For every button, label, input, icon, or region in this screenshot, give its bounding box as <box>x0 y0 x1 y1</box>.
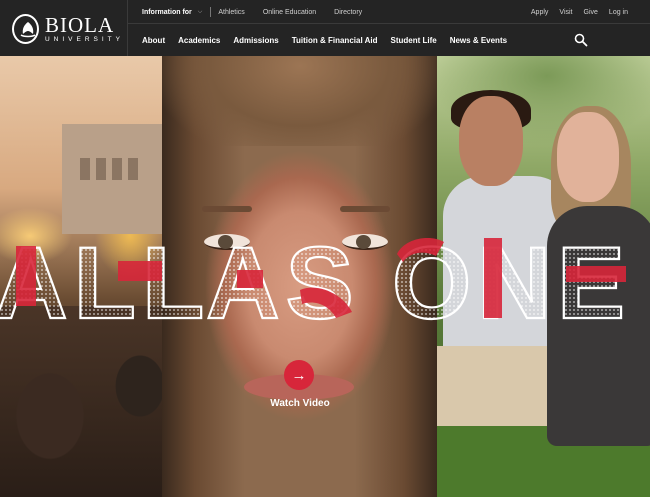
nav-item-admissions[interactable]: Admissions <box>233 36 278 45</box>
biola-seal-icon <box>12 14 39 44</box>
header-divider <box>127 0 128 56</box>
main-nav: About Academics Admissions Tuition & Fin… <box>142 33 520 47</box>
information-for-dropdown[interactable]: Information for <box>142 9 192 16</box>
accent-stroke <box>16 246 36 306</box>
utility-separator <box>210 7 212 17</box>
nav-item-academics[interactable]: Academics <box>178 36 220 45</box>
utility-link-visit[interactable]: Visit <box>559 9 572 16</box>
site-header: BIOLA UNIVERSITY Information for ⌵ Athle… <box>0 0 650 56</box>
utility-link-athletics[interactable]: Athletics <box>218 9 244 16</box>
search-icon[interactable] <box>574 33 588 47</box>
watch-video-button[interactable]: → Watch Video <box>262 360 338 416</box>
arrow-right-icon[interactable]: → <box>284 360 314 390</box>
nav-item-tuition[interactable]: Tuition & Financial Aid <box>292 36 378 45</box>
accent-stroke <box>118 261 162 281</box>
utility-link-login[interactable]: Log in <box>609 9 628 16</box>
accent-stroke <box>484 238 502 318</box>
utility-nav-left: Information for ⌵ Athletics Online Educa… <box>142 6 380 18</box>
nav-item-about[interactable]: About <box>142 36 165 45</box>
nav-item-news-events[interactable]: News & Events <box>450 36 507 45</box>
utility-link-give[interactable]: Give <box>584 9 598 16</box>
hero-headline: ALL AS ONE <box>0 225 626 341</box>
utility-link-directory[interactable]: Directory <box>334 9 362 16</box>
logo-name: BIOLA <box>44 12 115 37</box>
biola-logo[interactable]: BIOLA UNIVERSITY <box>12 12 124 46</box>
accent-stroke <box>237 270 263 288</box>
utility-link-online-education[interactable]: Online Education <box>263 9 316 16</box>
utility-link-apply[interactable]: Apply <box>531 9 549 16</box>
header-rule <box>128 23 650 24</box>
chevron-down-icon[interactable]: ⌵ <box>198 9 203 16</box>
nav-item-student-life[interactable]: Student Life <box>390 36 436 45</box>
headline-word-as: AS <box>206 226 360 340</box>
logo-subtitle: UNIVERSITY <box>44 35 124 43</box>
watch-video-label[interactable]: Watch Video <box>262 398 338 409</box>
utility-nav-right: Apply Visit Give Log in <box>520 6 628 18</box>
accent-stroke <box>566 266 626 282</box>
